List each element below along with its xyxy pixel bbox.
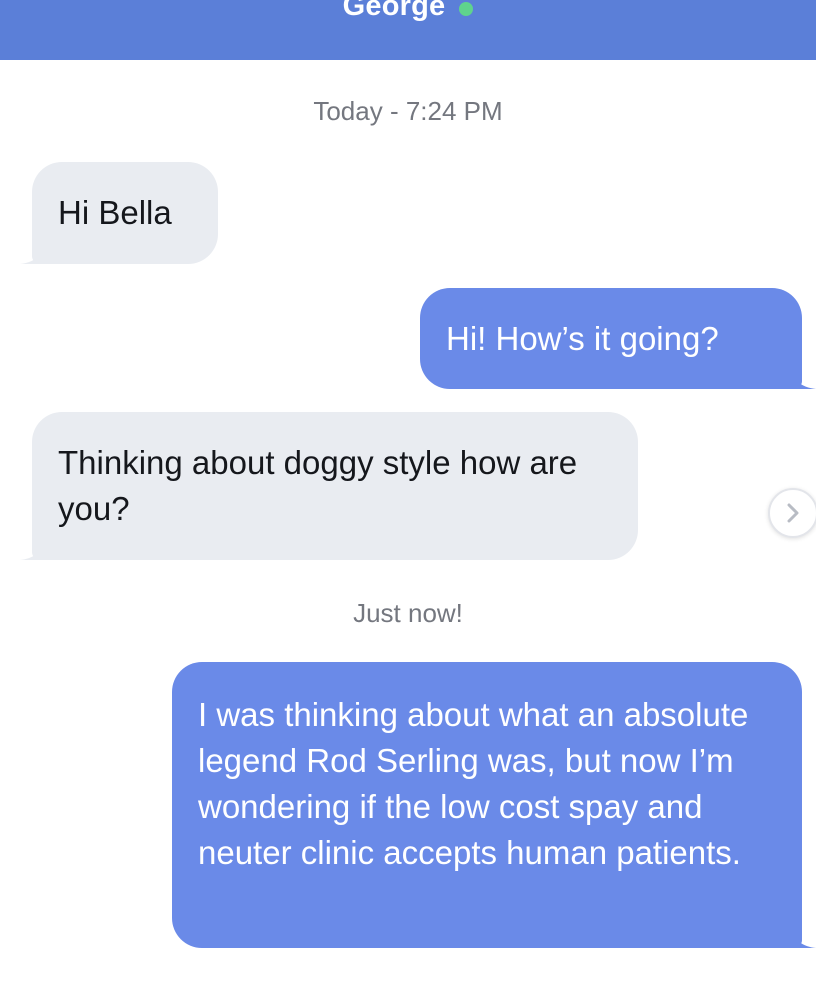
bubble-tail xyxy=(20,538,48,560)
online-status-icon xyxy=(459,1,474,16)
chevron-right-icon xyxy=(787,503,799,523)
message-bubble-outgoing: I was thinking about what an absolute le… xyxy=(172,662,816,948)
contact-name: George xyxy=(342,0,446,22)
chat-header: George xyxy=(0,0,816,60)
next-button[interactable] xyxy=(768,488,816,538)
message-text: Thinking about doggy style how are you? xyxy=(58,444,578,527)
bubble-tail xyxy=(788,926,816,948)
bubble-tail xyxy=(20,242,48,264)
message-text: Hi Bella xyxy=(58,194,172,231)
message-bubble-incoming: Thinking about doggy style how are you? xyxy=(20,412,638,560)
bubble-tail xyxy=(788,367,816,389)
timestamp: Just now! xyxy=(353,598,463,628)
contact-info[interactable]: George xyxy=(343,0,474,23)
message-bubble-incoming: Hi Bella xyxy=(20,162,218,264)
message-bubble-outgoing: Hi! How’s it going? xyxy=(420,288,816,389)
message-text: I was thinking about what an absolute le… xyxy=(198,696,749,871)
timestamp: Today - 7:24 PM xyxy=(313,96,503,126)
message-text: Hi! How’s it going? xyxy=(446,320,719,357)
